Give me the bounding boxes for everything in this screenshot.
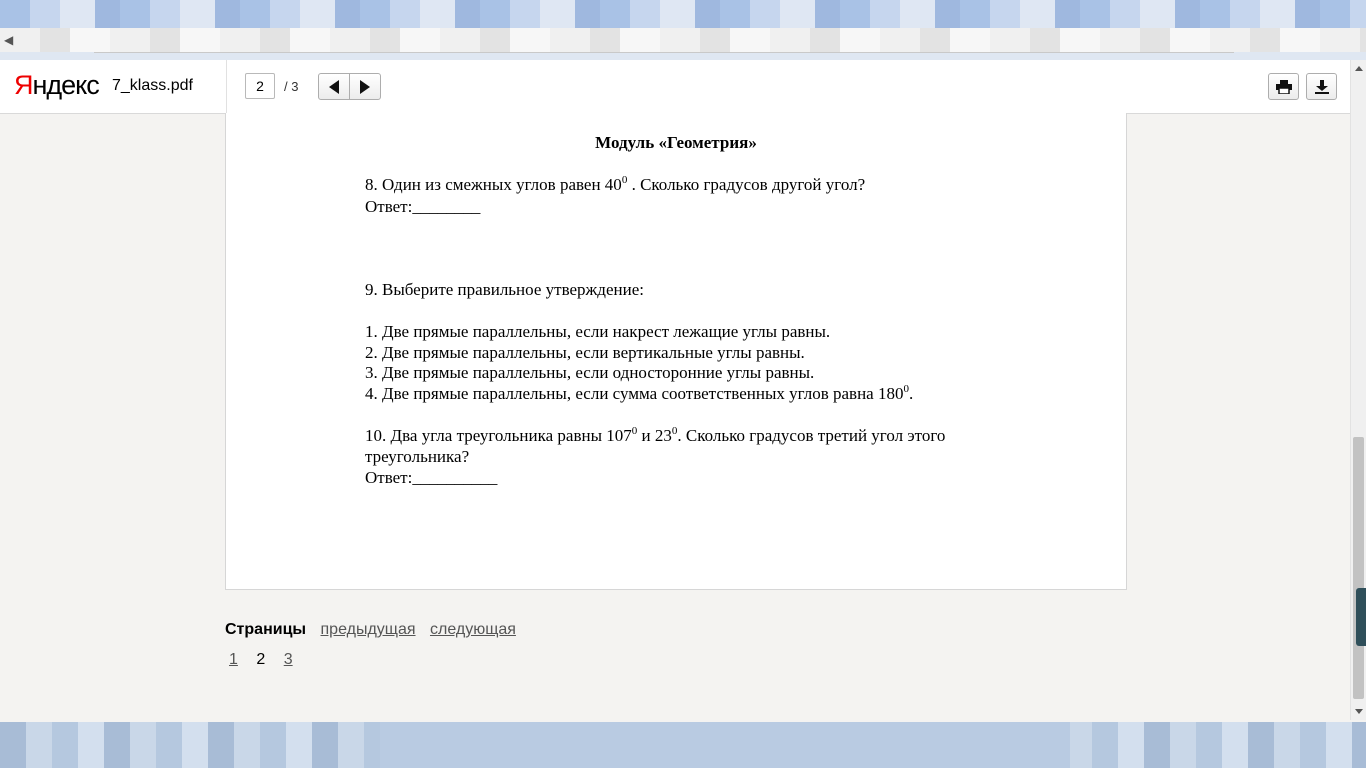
page-number-input[interactable] (245, 73, 275, 99)
taskbar-center (380, 722, 1070, 768)
previous-link[interactable]: предыдущая (321, 621, 416, 638)
question-10-line-2: треугольника? (365, 447, 470, 466)
triangle-right-icon (360, 79, 370, 94)
viewer-toolbar: Яндекс 7_klass.pdf / 3 (0, 60, 1350, 114)
previous-page-button[interactable] (318, 73, 350, 100)
printer-icon (1275, 79, 1292, 94)
scroll-thumb[interactable] (1353, 437, 1364, 699)
page-numbers: 1 2 3 (229, 651, 307, 669)
question-10-answer: Ответ:__________ (365, 468, 498, 487)
pager: Страницы предыдущая следующая (225, 621, 516, 639)
yandex-logo[interactable]: Яндекс (14, 70, 100, 101)
browser-address-bar (0, 28, 1366, 52)
page-link-3[interactable]: 3 (284, 651, 293, 668)
print-button[interactable] (1268, 73, 1299, 100)
question-8-answer: Ответ:________ (365, 197, 481, 216)
question-10: 10. Два угла треугольника равны 1070 и 2… (365, 425, 946, 446)
file-name: 7_klass.pdf (112, 77, 193, 94)
question-8: 8. Один из смежных углов равен 400 . Ско… (365, 174, 866, 195)
page-current-2: 2 (256, 651, 266, 668)
question-9-option-4: 4. Две прямые параллельны, если сумма со… (365, 383, 914, 404)
document-page: Модуль «Геометрия» 8. Один из смежных уг… (225, 113, 1127, 590)
back-arrow-icon[interactable]: ◀ (4, 32, 18, 48)
scroll-up-arrow-icon[interactable] (1355, 66, 1363, 71)
side-widget[interactable] (1356, 588, 1366, 646)
question-9-option-3: 3. Две прямые параллельны, если одностор… (365, 363, 815, 382)
browser-chrome: ◀ (0, 0, 1366, 60)
question-9-option-2: 2. Две прямые параллельны, если вертикал… (365, 343, 805, 362)
page-total: / 3 (284, 79, 299, 94)
next-link[interactable]: следующая (430, 621, 516, 638)
document-title: Модуль «Геометрия» (595, 133, 757, 152)
download-icon (1314, 79, 1329, 94)
question-9: 9. Выберите правильное утверждение: (365, 280, 644, 299)
scroll-down-arrow-icon[interactable] (1355, 709, 1363, 714)
question-9-option-1: 1. Две прямые параллельны, если накрест … (365, 322, 831, 341)
page-link-1[interactable]: 1 (229, 651, 238, 668)
address-underline (94, 52, 1234, 53)
next-page-button[interactable] (349, 73, 381, 100)
toolbar-divider (226, 60, 227, 113)
download-button[interactable] (1306, 73, 1337, 100)
browser-tabs (0, 0, 1366, 28)
triangle-left-icon (329, 79, 339, 94)
pager-label: Страницы (225, 621, 307, 638)
